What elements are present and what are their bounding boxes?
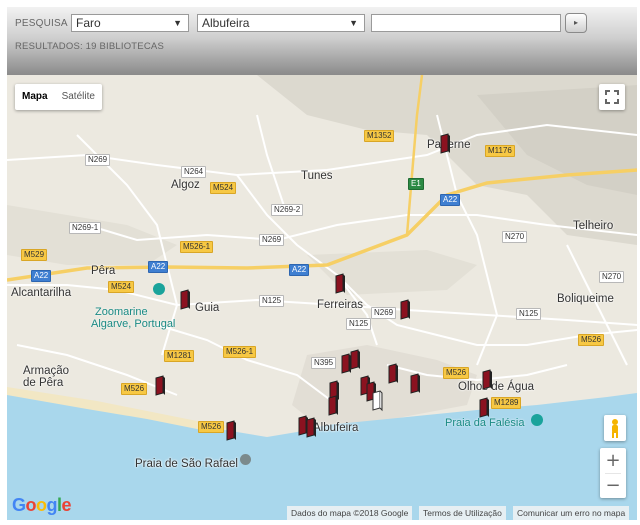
road-shield: A22 <box>440 194 461 206</box>
place-label: Algoz <box>171 179 200 191</box>
chevron-down-icon: ▼ <box>173 18 182 28</box>
district-select[interactable]: Faro ▼ <box>71 14 189 32</box>
place-label: Olhos de Água <box>458 381 535 393</box>
google-logo[interactable]: Google <box>12 495 72 516</box>
road-shield: M526-1 <box>223 346 257 358</box>
road-shield: M1281 <box>164 350 195 362</box>
map-canvas <box>7 75 637 520</box>
zoom-out-button[interactable]: − <box>600 473 626 498</box>
library-marker-icon[interactable] <box>327 395 339 417</box>
road-shield: M526 <box>198 421 225 433</box>
map[interactable]: Paderne Tunes Algoz Telheiro Pêra Alcant… <box>7 75 637 520</box>
map-type-map-button[interactable]: Mapa <box>15 84 55 110</box>
search-panel: PESQUISA Faro ▼ Albufeira ▼ ▸ RESULTADOS… <box>7 7 637 75</box>
fullscreen-icon <box>605 90 619 104</box>
municipality-select[interactable]: Albufeira ▼ <box>197 14 365 32</box>
poi-label: Zoomarine <box>95 306 148 318</box>
road-shield: M1289 <box>491 397 522 409</box>
road-shield: A22 <box>148 261 169 273</box>
road-shield: N269 <box>85 154 111 166</box>
library-marker-icon[interactable] <box>305 417 317 439</box>
play-icon: ▸ <box>573 18 578 27</box>
road-shield: A22 <box>289 264 310 276</box>
road-shield: N269 <box>259 234 285 246</box>
municipality-value: Albufeira <box>202 16 250 30</box>
chevron-down-icon: ▼ <box>349 18 358 28</box>
search-input[interactable] <box>371 14 561 32</box>
road-shield: M529 <box>21 249 48 261</box>
poi-label: Algarve, Portugal <box>91 318 176 330</box>
zoom-control: + − <box>600 448 626 498</box>
road-shield: M526-1 <box>180 241 214 253</box>
road-shield: N269-2 <box>271 204 304 216</box>
library-marker-icon[interactable] <box>179 289 191 311</box>
place-label: Alcantarilha <box>11 287 72 299</box>
road-shield: A22 <box>31 270 52 282</box>
place-label: Telheiro <box>573 220 614 232</box>
road-shield: N270 <box>599 271 625 283</box>
place-label: Pêra <box>91 265 116 277</box>
road-shield: N395 <box>311 357 337 369</box>
place-label: Armação <box>23 365 70 377</box>
report-error-link[interactable]: Comunicar um erro no mapa <box>513 506 630 520</box>
poi-pin-icon <box>531 414 543 426</box>
road-shield: M524 <box>108 281 135 293</box>
road-shield: N125 <box>516 308 542 320</box>
terms-link[interactable]: Termos de Utilização <box>419 506 506 520</box>
street-view-button[interactable] <box>604 415 626 441</box>
place-label: Boliqueime <box>557 293 614 305</box>
library-marker-icon[interactable] <box>154 375 166 397</box>
road-shield: M1176 <box>485 145 515 157</box>
library-marker-icon[interactable] <box>439 133 451 155</box>
fullscreen-button[interactable] <box>599 84 625 110</box>
results-count: RESULTADOS: 19 BIBLIOTECAS <box>15 41 164 52</box>
search-button[interactable]: ▸ <box>565 13 587 33</box>
road-shield: E1 <box>408 178 424 190</box>
road-shield: M526 <box>578 334 605 346</box>
map-type-satellite-button[interactable]: Satélite <box>55 84 102 110</box>
map-type-control: Mapa Satélite <box>15 84 102 110</box>
library-marker-icon[interactable] <box>349 349 361 371</box>
road-shield: N269 <box>371 307 397 319</box>
road-shield: N270 <box>502 231 528 243</box>
library-marker-icon[interactable] <box>371 390 383 412</box>
road-shield: N269-1 <box>69 222 102 234</box>
library-marker-icon[interactable] <box>478 397 490 419</box>
road-shield: M526 <box>443 367 470 379</box>
library-marker-icon[interactable] <box>409 373 421 395</box>
pegman-icon <box>612 419 618 438</box>
road-shield: M524 <box>210 182 237 194</box>
road-shield: N125 <box>346 318 372 330</box>
place-label: Albufeira <box>313 422 359 434</box>
place-label: Guia <box>195 302 220 314</box>
place-label: Tunes <box>301 170 333 182</box>
search-label: PESQUISA <box>15 18 68 29</box>
road-shield: M526 <box>121 383 148 395</box>
map-data-attribution: Dados do mapa ©2018 Google <box>287 506 413 520</box>
district-value: Faro <box>76 16 101 30</box>
road-shield: N264 <box>181 166 207 178</box>
library-marker-icon[interactable] <box>387 363 399 385</box>
poi-pin-icon <box>240 454 251 465</box>
poi-pin-icon <box>153 283 165 295</box>
library-marker-icon[interactable] <box>481 369 493 391</box>
library-marker-icon[interactable] <box>334 273 346 295</box>
place-label: de Pêra <box>23 377 64 389</box>
road-shield: N125 <box>259 295 285 307</box>
library-marker-icon[interactable] <box>399 299 411 321</box>
zoom-in-button[interactable]: + <box>600 448 626 473</box>
place-label: Praia de São Rafael <box>135 458 238 470</box>
place-label: Ferreiras <box>317 299 364 311</box>
road-shield: M1352 <box>364 130 395 142</box>
library-marker-icon[interactable] <box>225 420 237 442</box>
